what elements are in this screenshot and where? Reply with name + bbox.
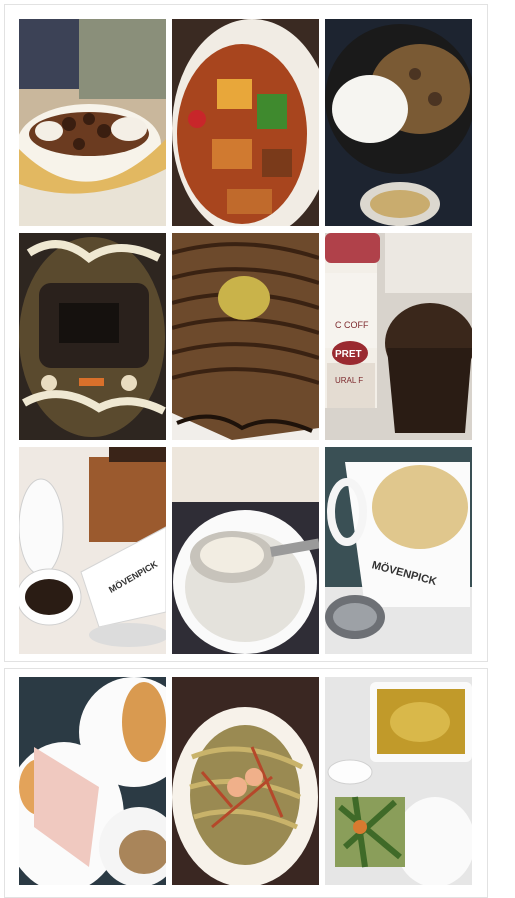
- photo-curry-rice-vegetables[interactable]: [325, 677, 472, 885]
- paper-cup-text-natural: URAL F: [335, 376, 363, 385]
- photo-breakfast-pancake-ham[interactable]: [19, 677, 166, 885]
- paper-cup-text-brand: PRET: [335, 349, 362, 360]
- paper-cup-text-coffee: C COFF: [335, 320, 369, 330]
- photo-coffee-beans-mug[interactable]: MÖVENPICK: [19, 447, 166, 654]
- photo-shrimp-noodles[interactable]: [172, 677, 319, 885]
- photo-sweet-sour-vegetables[interactable]: [172, 19, 319, 226]
- photo-chocolate-cake-slice[interactable]: [172, 233, 319, 440]
- photo-dumpling-soup-spoon[interactable]: [172, 447, 319, 654]
- photo-beef-noodle-soup[interactable]: [19, 233, 166, 440]
- photo-latte-cup[interactable]: MÖVENPICK: [325, 447, 472, 654]
- photo-rice-curry-plate[interactable]: [325, 19, 472, 226]
- photo-banana-split-dessert[interactable]: [19, 19, 166, 226]
- photo-coffee-cup-muffin[interactable]: C COFF PRET URAL F: [325, 233, 472, 440]
